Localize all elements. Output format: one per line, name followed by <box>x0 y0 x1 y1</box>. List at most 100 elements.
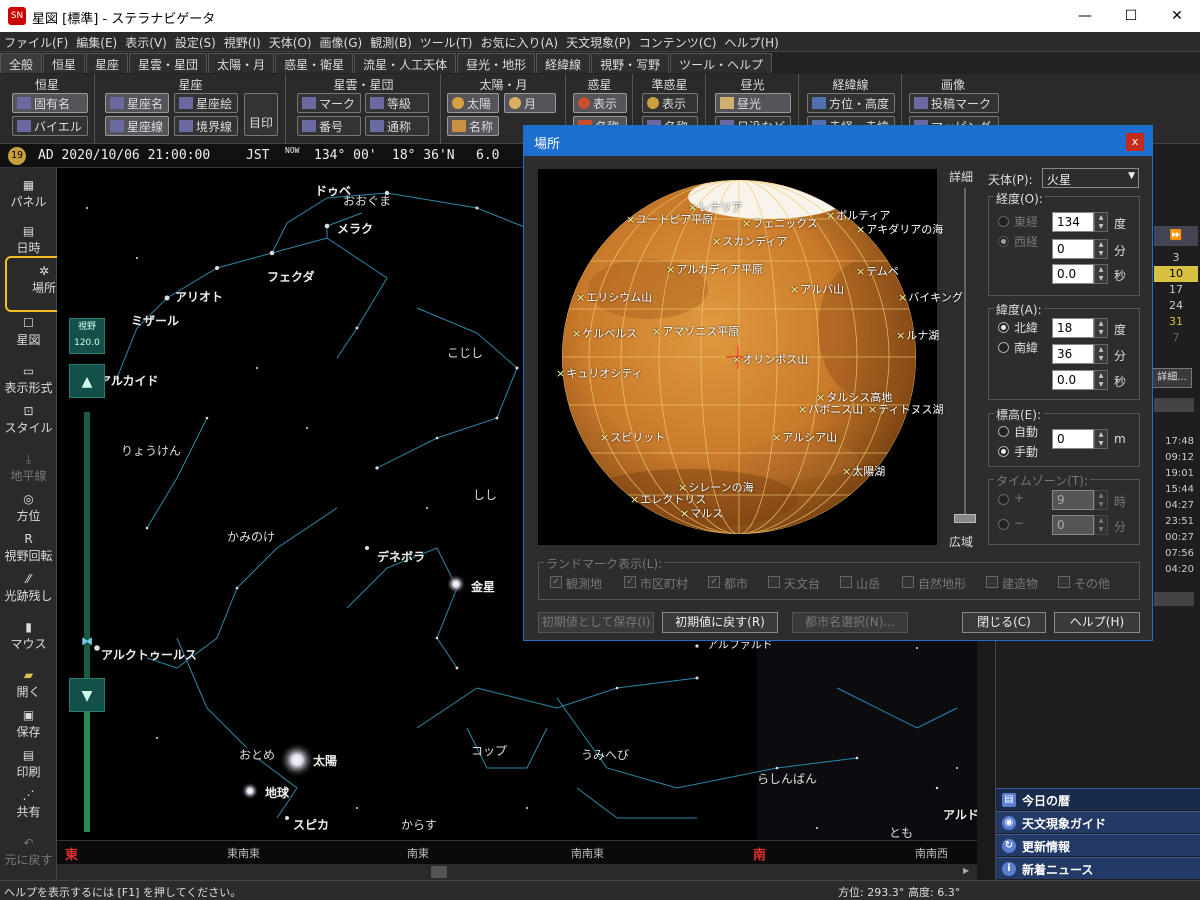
share-button[interactable]: ⋰ 共有 <box>0 788 57 820</box>
daylight-button[interactable]: 昼光 <box>715 93 791 113</box>
tz-minus-radio[interactable] <box>998 519 1009 530</box>
landmark-label[interactable]: アルバ山 <box>790 281 844 297</box>
menu-object[interactable]: 天体(O) <box>265 32 316 53</box>
longitude-display[interactable]: 134° 00' <box>314 148 377 163</box>
tab-planets[interactable]: 惑星・衛星 <box>275 53 354 73</box>
tz-plus-radio[interactable] <box>998 494 1009 505</box>
zoom-in-button[interactable]: ▲ <box>69 364 105 398</box>
mouse-button[interactable]: ▮ マウス <box>0 620 57 652</box>
zoom-out-button[interactable]: ▼ <box>69 678 105 712</box>
altitude-auto-radio[interactable] <box>998 426 1009 437</box>
magnitude-display[interactable]: 6.0 <box>476 148 499 163</box>
landmark-checkbox-observatory-site[interactable]: ✓ <box>550 576 562 588</box>
west-radio[interactable] <box>998 236 1009 247</box>
close-button[interactable]: 閉じる(C) <box>962 612 1046 633</box>
bayer-button[interactable]: バイエル <box>12 116 88 136</box>
north-radio[interactable] <box>998 322 1009 333</box>
latitude-degree-input[interactable]: 18 <box>1052 318 1094 338</box>
landmark-label[interactable]: スピリット <box>600 429 665 445</box>
style-button[interactable]: ⊡ スタイル <box>0 404 57 436</box>
direction-button[interactable]: ◎ 方位 <box>0 492 57 524</box>
landmark-checkbox-city[interactable]: ✓ <box>708 576 720 588</box>
landmark-checkbox-structure[interactable] <box>986 576 998 588</box>
zoom-handle[interactable]: ⧓ <box>69 634 105 648</box>
tab-general[interactable]: 全般 <box>0 53 43 73</box>
landmark-label[interactable]: ルナ湖 <box>896 327 939 343</box>
landmark-label[interactable]: ケルベルス <box>572 325 637 341</box>
tab-grid[interactable]: 経緯線 <box>536 53 591 73</box>
mars-globe-view[interactable]: ユートピア平原 レナリア フェニックス ボルティア アキダリアの海 スカンディア… <box>538 169 963 545</box>
landmark-label[interactable]: テムペ <box>856 263 899 279</box>
latitude-minute-input[interactable]: 36 <box>1052 344 1094 364</box>
datetime-button[interactable]: ▤ 日時 <box>0 224 57 256</box>
scroll-right-arrow[interactable]: ▶ <box>963 866 975 878</box>
altaz-grid-button[interactable]: 方位・高度 <box>807 93 895 113</box>
tz-minute-input[interactable]: 0 <box>1052 515 1094 535</box>
undo-button[interactable]: ↶ 元に戻す <box>0 836 57 868</box>
star-chart-button[interactable]: ☐ 星図 <box>0 316 57 348</box>
landmark-label[interactable]: レナリア <box>688 199 742 215</box>
landmark-checkbox-other[interactable] <box>1058 576 1070 588</box>
detail-button[interactable]: 詳細... <box>1152 368 1192 388</box>
landmark-label[interactable]: マルス <box>680 505 723 521</box>
landmark-label[interactable]: バイキング <box>898 289 963 305</box>
datetime-display[interactable]: AD 2020/10/06 21:00:00 <box>38 148 210 163</box>
moon-button[interactable]: 月 <box>504 93 556 113</box>
now-button[interactable]: NOW <box>285 146 299 155</box>
planet-show-button[interactable]: 表示 <box>573 93 627 113</box>
tab-tools-help[interactable]: ツール・ヘルプ <box>670 53 773 73</box>
longitude-minute-input[interactable]: 0 <box>1052 239 1094 259</box>
help-button[interactable]: ヘルプ(H) <box>1054 612 1140 633</box>
update-info-item[interactable]: ↻ 更新情報 <box>996 834 1200 856</box>
tab-meteors[interactable]: 流星・人工天体 <box>354 53 457 73</box>
scroll-thumb[interactable] <box>431 866 447 878</box>
landmark-label[interactable]: 太陽湖 <box>842 463 885 479</box>
menu-file[interactable]: ファイル(F) <box>0 32 72 53</box>
rotate-view-button[interactable]: R 視野回転 <box>0 532 57 564</box>
close-window-button[interactable]: ✕ <box>1154 0 1200 32</box>
altitude-manual-radio[interactable] <box>998 446 1009 457</box>
save-button[interactable]: ▣ 保存 <box>0 708 57 740</box>
latitude-second-input[interactable]: 0.0 <box>1052 370 1094 390</box>
menu-contents[interactable]: コンテンツ(C) <box>635 32 721 53</box>
landmark-checkbox-observatory[interactable] <box>768 576 780 588</box>
menu-observe[interactable]: 観測(B) <box>366 32 416 53</box>
detail-slider-thumb[interactable] <box>954 514 976 523</box>
tab-nebulae[interactable]: 星雲・星団 <box>129 53 208 73</box>
landmark-checkbox-natural[interactable] <box>902 576 914 588</box>
tab-constellations[interactable]: 星座 <box>86 53 129 73</box>
menu-help[interactable]: ヘルプ(H) <box>720 32 782 53</box>
calendar-day-selected[interactable]: 10 <box>1154 266 1198 282</box>
menu-favorites[interactable]: お気に入り(A) <box>477 32 563 53</box>
body-select[interactable]: 火星 ▼ <box>1042 168 1139 188</box>
neb-mark-button[interactable]: マーク <box>297 93 361 113</box>
post-mark-button[interactable]: 投稿マーク <box>909 93 999 113</box>
altitude-input[interactable]: 0 <box>1052 429 1094 449</box>
latitude-display[interactable]: 18° 36'N <box>392 148 455 163</box>
tab-stars[interactable]: 恒星 <box>43 53 86 73</box>
neb-common-name-button[interactable]: 通称 <box>365 116 429 136</box>
reset-default-button[interactable]: 初期値に戻す(R) <box>662 612 778 633</box>
menu-edit[interactable]: 編集(E) <box>72 32 121 53</box>
print-button[interactable]: ▤ 印刷 <box>0 748 57 780</box>
altitude-spinner[interactable]: ▲ ▼ <box>1094 429 1108 449</box>
panel-button[interactable]: ▦ パネル <box>0 178 57 210</box>
constellation-picture-button[interactable]: 星座絵 <box>174 93 238 113</box>
landmark-checkbox-municipality[interactable]: ✓ <box>624 576 636 588</box>
minimize-button[interactable]: — <box>1062 0 1108 32</box>
sun-moon-name-button[interactable]: 名称 <box>447 116 499 136</box>
landmark-checkbox-mountain[interactable] <box>840 576 852 588</box>
horizontal-scrollbar[interactable]: ▶ <box>57 864 977 880</box>
tz-hour-spinner[interactable]: ▲ ▼ <box>1094 490 1108 510</box>
constellation-name-button[interactable]: 星座名 <box>105 93 169 113</box>
longitude-second-spinner[interactable]: ▲ ▼ <box>1094 264 1108 284</box>
menu-settings[interactable]: 設定(S) <box>171 32 220 53</box>
open-button[interactable]: ▰ 開く <box>0 668 57 700</box>
phenomena-guide-item[interactable]: ◉ 天文現象ガイド <box>996 811 1200 833</box>
constellation-lines-button[interactable]: 星座線 <box>105 116 169 136</box>
menu-view[interactable]: 表示(V) <box>121 32 171 53</box>
latitude-degree-spinner[interactable]: ▲ ▼ <box>1094 318 1108 338</box>
tab-sun-moon[interactable]: 太陽・月 <box>208 53 275 73</box>
landmark-label[interactable]: キュリオシティ <box>556 365 642 381</box>
tab-fov[interactable]: 視野・写野 <box>591 53 670 73</box>
